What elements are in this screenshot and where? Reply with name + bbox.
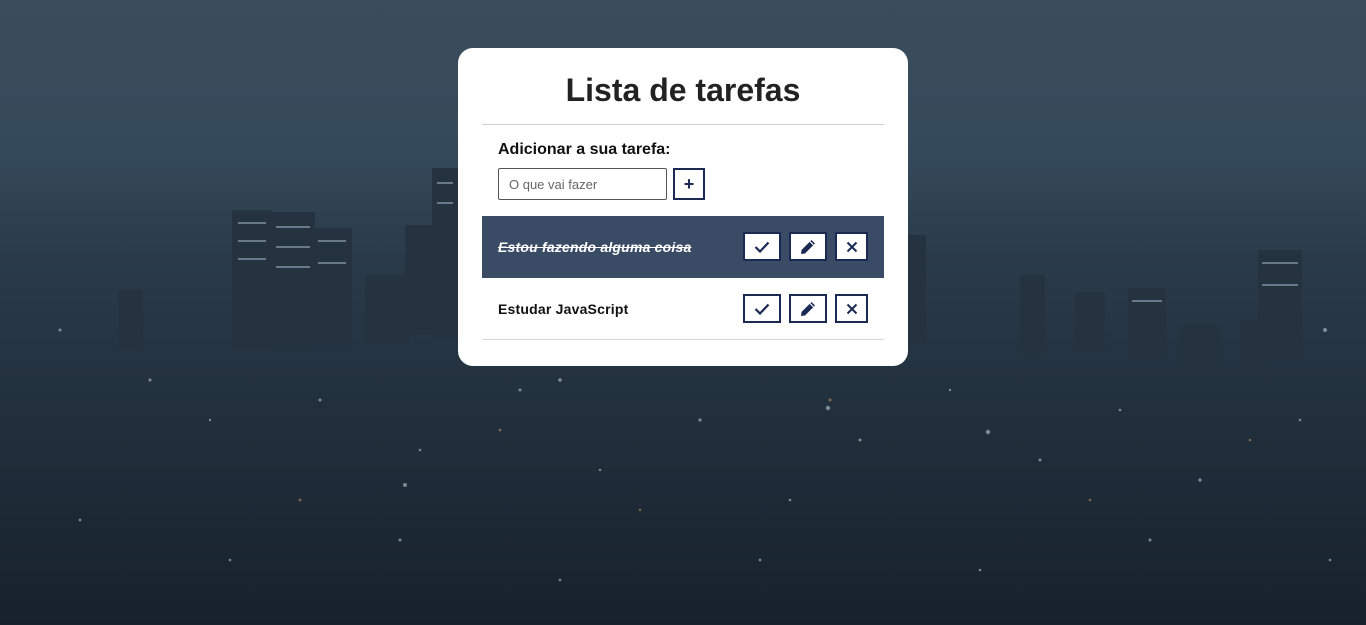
todo-actions [743, 232, 868, 261]
todo-item: Estou fazendo alguma coisa [482, 216, 884, 278]
finish-todo-button[interactable] [743, 294, 781, 323]
todo-item: Estudar JavaScript [482, 278, 884, 340]
todo-actions [743, 294, 868, 323]
remove-todo-button[interactable] [835, 294, 868, 323]
edit-todo-button[interactable] [789, 232, 827, 261]
add-task-label: Adicionar a sua tarefa: [498, 141, 671, 158]
check-icon [754, 303, 770, 315]
close-icon [846, 241, 857, 252]
pencil-icon [801, 239, 815, 254]
pencil-icon [801, 301, 815, 316]
add-task-form: Adicionar a sua tarefa: + [482, 125, 884, 216]
add-task-row: + [498, 168, 868, 200]
todo-text: Estudar JavaScript [498, 300, 629, 317]
remove-todo-button[interactable] [835, 232, 868, 261]
close-icon [846, 303, 857, 314]
todo-card: Lista de tarefas Adicionar a sua tarefa:… [458, 48, 908, 366]
page-title: Lista de tarefas [482, 48, 884, 125]
task-input[interactable] [498, 168, 667, 200]
edit-todo-button[interactable] [789, 294, 827, 323]
finish-todo-button[interactable] [743, 232, 781, 261]
add-task-button[interactable]: + [673, 168, 705, 200]
todo-text: Estou fazendo alguma coisa [498, 238, 692, 255]
check-icon [754, 241, 770, 253]
